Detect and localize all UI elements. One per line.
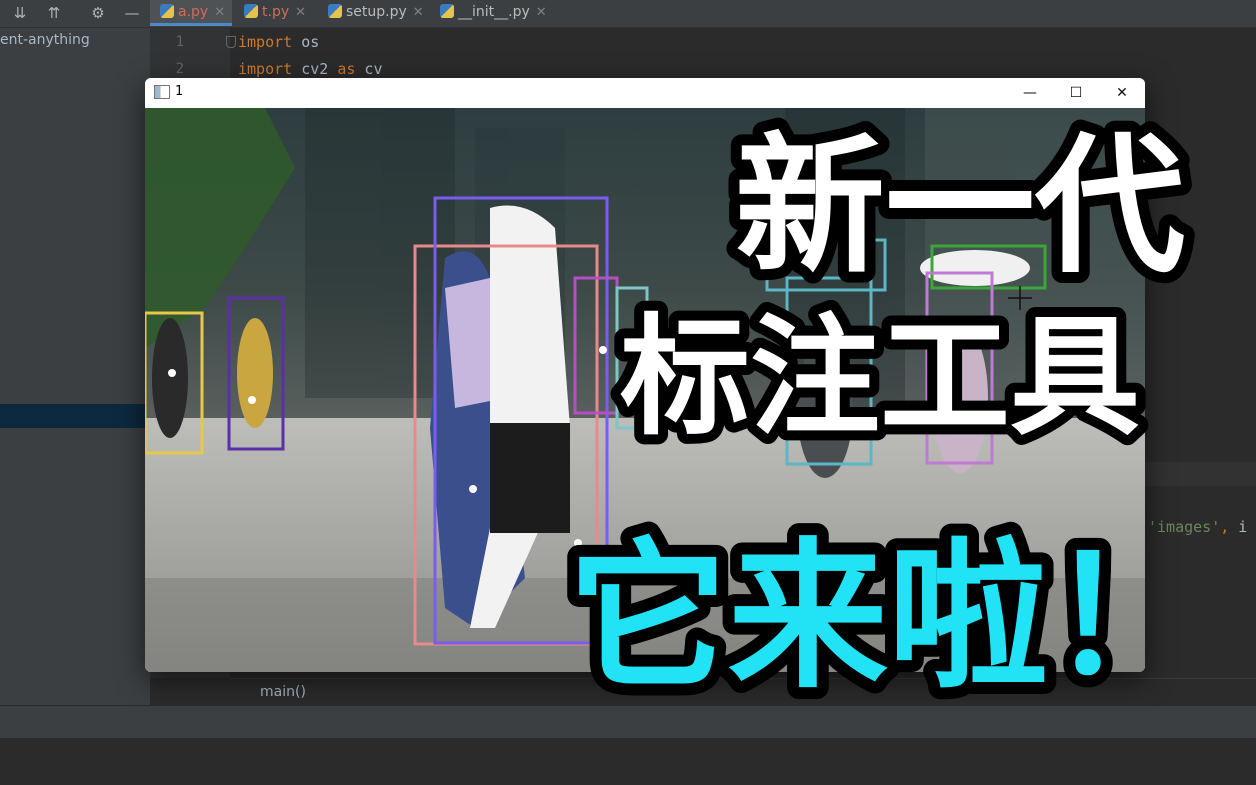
gear-icon[interactable]: ⚙ [88, 4, 108, 22]
tab-setup-py[interactable]: setup.py ✕ [318, 0, 430, 26]
minimize-panel-icon[interactable]: — [122, 4, 142, 22]
expand-all-icon[interactable]: ⇊ [10, 4, 30, 22]
maximize-button[interactable]: ☐ [1053, 80, 1099, 106]
python-file-icon [440, 4, 454, 18]
code-text: cv2 [292, 60, 338, 78]
tab-t-py[interactable]: t.py ✕ [234, 0, 318, 26]
project-panel [0, 28, 150, 705]
street-photo [145, 108, 1145, 672]
editor-divider [1145, 462, 1256, 486]
tab-init-py[interactable]: __init__.py ✕ [430, 0, 550, 26]
code-text: i [1229, 518, 1248, 536]
status-bar [0, 705, 1256, 739]
close-button[interactable]: ✕ [1099, 80, 1145, 106]
tab-label: t.py [262, 4, 290, 20]
python-file-icon [160, 4, 174, 18]
line-number: 2 [175, 61, 184, 77]
image-window[interactable]: 1 — ☐ ✕ [145, 78, 1145, 672]
pedestrian-1 [152, 318, 188, 438]
collapse-all-icon[interactable]: ⇈ [44, 4, 64, 22]
code-text: os [292, 33, 320, 51]
breadcrumb-bar [230, 678, 1256, 706]
pedestrian-4 [932, 323, 988, 473]
python-file-icon [244, 4, 258, 18]
annotated-photo[interactable] [145, 108, 1145, 672]
close-icon[interactable]: ✕ [536, 5, 547, 20]
pedestrian-2 [237, 318, 273, 428]
walker-man-shorts [490, 423, 570, 533]
close-icon[interactable]: ✕ [214, 5, 225, 20]
fold-icon[interactable] [226, 36, 236, 48]
window-titlebar[interactable]: 1 — ☐ ✕ [145, 78, 1145, 107]
minimize-button[interactable]: — [1007, 80, 1053, 106]
window-title: 1 [175, 84, 184, 99]
code-line-2[interactable]: import cv2 as cv [238, 60, 383, 78]
keyword: import [238, 33, 293, 51]
shadow [145, 578, 1145, 672]
tab-label: a.py [178, 4, 209, 20]
python-file-icon [328, 4, 342, 18]
tab-label: setup.py [346, 4, 407, 20]
code-line-1[interactable]: import os [238, 33, 319, 51]
umbrella [920, 250, 1030, 286]
project-root-label[interactable]: ent-anything [0, 32, 90, 48]
close-icon[interactable]: ✕ [295, 5, 306, 20]
bottom-panel [0, 738, 1256, 785]
code-text: cv [355, 60, 383, 78]
pedestrian-3 [797, 338, 853, 478]
project-toolbar: ⇊ ⇈ ⚙ — [0, 0, 150, 28]
line-number: 1 [175, 34, 184, 50]
breadcrumb[interactable]: main() [260, 684, 306, 700]
close-icon[interactable]: ✕ [413, 5, 424, 20]
project-selected-row[interactable] [0, 404, 150, 428]
tab-a-py[interactable]: a.py ✕ [150, 0, 232, 26]
keyword: import [238, 60, 293, 78]
window-app-icon [154, 85, 170, 99]
keyword: as [337, 60, 356, 78]
editor-tabs: a.py ✕ t.py ✕ setup.py ✕ __init__.py ✕ [150, 0, 1256, 28]
code-fragment[interactable]: 'images', i [1148, 518, 1247, 536]
code-comma: , [1220, 518, 1230, 536]
tab-label: __init__.py [458, 4, 530, 20]
string-literal: 'images' [1148, 518, 1221, 536]
